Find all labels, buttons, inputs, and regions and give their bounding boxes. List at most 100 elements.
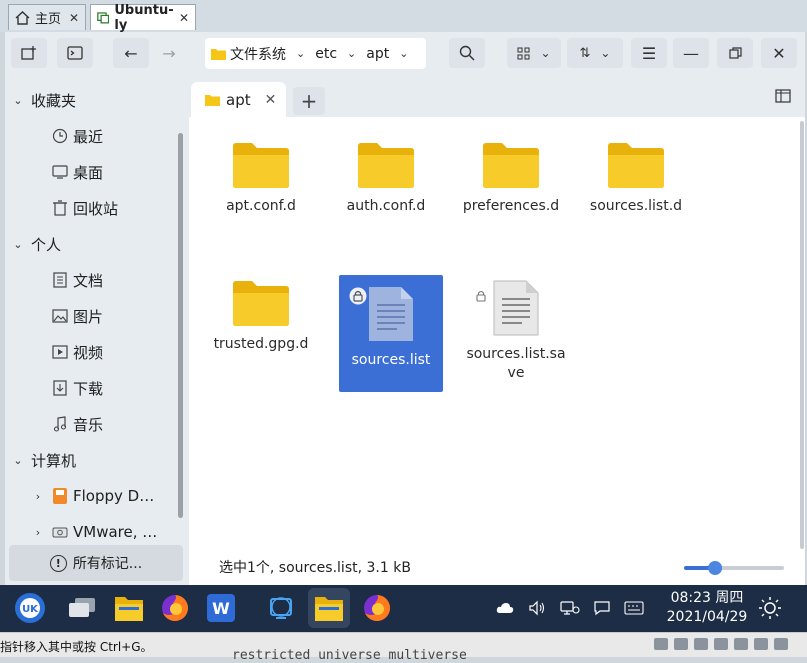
chevron-down-icon: ⌄ <box>13 453 23 467</box>
file-manager-window: ← → 文件系统 ⌄ etc ⌄ apt ⌄ ⌄ ⇅ ⌄ ☰ — ✕ ⌄ 收藏夹… <box>5 32 805 585</box>
network-adapter-icon[interactable] <box>694 638 708 650</box>
all-tags-button[interactable]: ! 所有标记... <box>9 545 183 581</box>
breadcrumb-label: 文件系统 <box>230 46 286 63</box>
wps-writer-taskbar-button[interactable]: W <box>204 591 238 625</box>
display-icon[interactable] <box>774 638 788 650</box>
file-item[interactable]: preferences.d <box>459 141 563 216</box>
sort-button[interactable]: ⇅ ⌄ <box>567 38 623 68</box>
file-name: sources.list.d <box>589 198 683 214</box>
hard-disk-icon[interactable] <box>654 638 668 650</box>
breadcrumb-label: apt <box>366 45 390 62</box>
music-icon <box>51 415 69 433</box>
file-manager-taskbar-button[interactable] <box>112 591 146 625</box>
clock-icon <box>51 127 69 145</box>
picture-icon <box>51 307 69 325</box>
status-text: 选中1个, sources.list, 3.1 kB <box>219 560 411 576</box>
chevron-down-icon: ⌄ <box>13 237 23 251</box>
chevron-down-icon[interactable]: ⌄ <box>343 47 360 60</box>
cloud-icon <box>496 603 514 613</box>
file-item[interactable]: apt.conf.d <box>209 141 313 216</box>
search-icon <box>459 45 475 61</box>
volume-tray-button[interactable] <box>526 591 548 625</box>
system-monitor-taskbar-button[interactable] <box>264 591 298 625</box>
sound-card-icon[interactable] <box>734 638 748 650</box>
text-file-icon <box>369 287 413 341</box>
file-item-selected[interactable]: sources.list <box>339 275 443 392</box>
firefox-taskbar-button[interactable] <box>158 591 192 625</box>
file-view: apt ✕ + apt.conf.d auth.conf.d preferenc… <box>189 77 805 585</box>
chevron-down-icon[interactable]: ⌄ <box>292 47 309 60</box>
taskbar: UK W 08:23 周四 2021/04/29 <box>0 585 807 632</box>
back-button[interactable]: ← <box>113 38 149 68</box>
file-item[interactable]: auth.conf.d <box>334 141 438 216</box>
content-scrollbar[interactable] <box>800 121 804 549</box>
vm-tab-home[interactable]: 主页 ✕ <box>8 4 86 30</box>
folder-icon <box>315 597 343 621</box>
new-window-button[interactable] <box>11 38 47 68</box>
firefox-active-taskbar-button[interactable] <box>360 591 394 625</box>
cd-drive-icon[interactable] <box>674 638 688 650</box>
network-tray-button[interactable] <box>494 591 516 625</box>
chevron-right-icon[interactable]: › <box>31 526 45 539</box>
download-icon <box>51 379 69 397</box>
breadcrumb-item-filesystem[interactable]: 文件系统 <box>205 44 292 64</box>
minimize-button[interactable]: — <box>673 38 709 68</box>
night-mode-tray-button[interactable] <box>756 591 784 625</box>
chevron-down-icon[interactable]: ⌄ <box>395 47 412 60</box>
new-tab-button[interactable]: + <box>293 87 325 115</box>
sidebar-section-label: 计算机 <box>31 451 77 470</box>
usb-icon[interactable] <box>714 638 728 650</box>
keyboard-tray-button[interactable] <box>622 591 646 625</box>
clock-date: 2021/04/29 <box>666 609 748 625</box>
chevron-down-icon: ⌄ <box>13 93 23 107</box>
close-icon[interactable]: ✕ <box>69 11 79 25</box>
chevron-right-icon[interactable]: › <box>31 490 45 503</box>
view-mode-button[interactable]: ⌄ <box>507 38 561 68</box>
hamburger-icon: ☰ <box>641 43 657 63</box>
svg-text:W: W <box>212 599 230 618</box>
zoom-slider-handle[interactable] <box>708 561 723 575</box>
folder-icon <box>205 95 220 106</box>
clock[interactable]: 08:23 周四 2021/04/29 <box>663 589 751 627</box>
sidebar-section-favorites[interactable]: ⌄ 收藏夹 <box>11 82 186 118</box>
start-menu-button[interactable]: UK <box>13 591 47 625</box>
file-item[interactable]: trusted.gpg.d <box>209 279 313 354</box>
sidebar-section-personal[interactable]: ⌄ 个人 <box>11 226 186 262</box>
vm-tab-ubuntu[interactable]: Ubuntu-ly ✕ <box>90 3 196 33</box>
zoom-slider[interactable] <box>684 560 784 576</box>
search-button[interactable] <box>449 38 485 68</box>
folder-icon <box>608 143 664 188</box>
column-view-icon[interactable] <box>775 89 791 103</box>
terminal-button[interactable] <box>57 38 93 68</box>
printer-icon[interactable] <box>754 638 768 650</box>
menu-button[interactable]: ☰ <box>631 38 667 68</box>
kylin-start-icon: UK <box>15 593 45 623</box>
desktop-icon <box>51 163 69 181</box>
trash-icon <box>51 199 69 217</box>
vm-tab-home-label: 主页 <box>35 12 62 27</box>
breadcrumb-item-apt[interactable]: apt <box>360 46 395 62</box>
close-icon[interactable]: ✕ <box>179 11 189 25</box>
tab-apt[interactable]: apt ✕ <box>191 82 286 117</box>
breadcrumb[interactable]: 文件系统 ⌄ etc ⌄ apt ⌄ <box>205 38 426 69</box>
close-button[interactable]: ✕ <box>761 38 797 68</box>
file-item[interactable]: sources.list.save <box>464 279 568 383</box>
notification-tray-button[interactable] <box>590 591 614 625</box>
breadcrumb-item-etc[interactable]: etc <box>309 46 343 62</box>
close-icon[interactable]: ✕ <box>265 92 277 108</box>
sidebar-section-computer[interactable]: ⌄ 计算机 <box>11 442 186 478</box>
vmware-status-bar: restricted universe multiverse 指针移入其中或按 … <box>0 632 807 663</box>
file-manager-active-taskbar-button[interactable] <box>308 588 350 628</box>
forward-button[interactable]: → <box>155 38 183 68</box>
sidebar-scrollbar[interactable] <box>178 133 183 518</box>
network-settings-tray-button[interactable] <box>558 591 582 625</box>
close-icon: ✕ <box>772 43 786 63</box>
multitask-view-button[interactable] <box>65 591 99 625</box>
breadcrumb-label: etc <box>315 45 338 62</box>
svg-text:UK: UK <box>22 604 39 615</box>
firefox-icon <box>162 595 188 621</box>
file-item[interactable]: sources.list.d <box>584 141 688 216</box>
sidebar-section-label: 收藏夹 <box>31 91 77 110</box>
maximize-button[interactable] <box>717 38 753 68</box>
file-name: sources.list <box>351 352 431 368</box>
